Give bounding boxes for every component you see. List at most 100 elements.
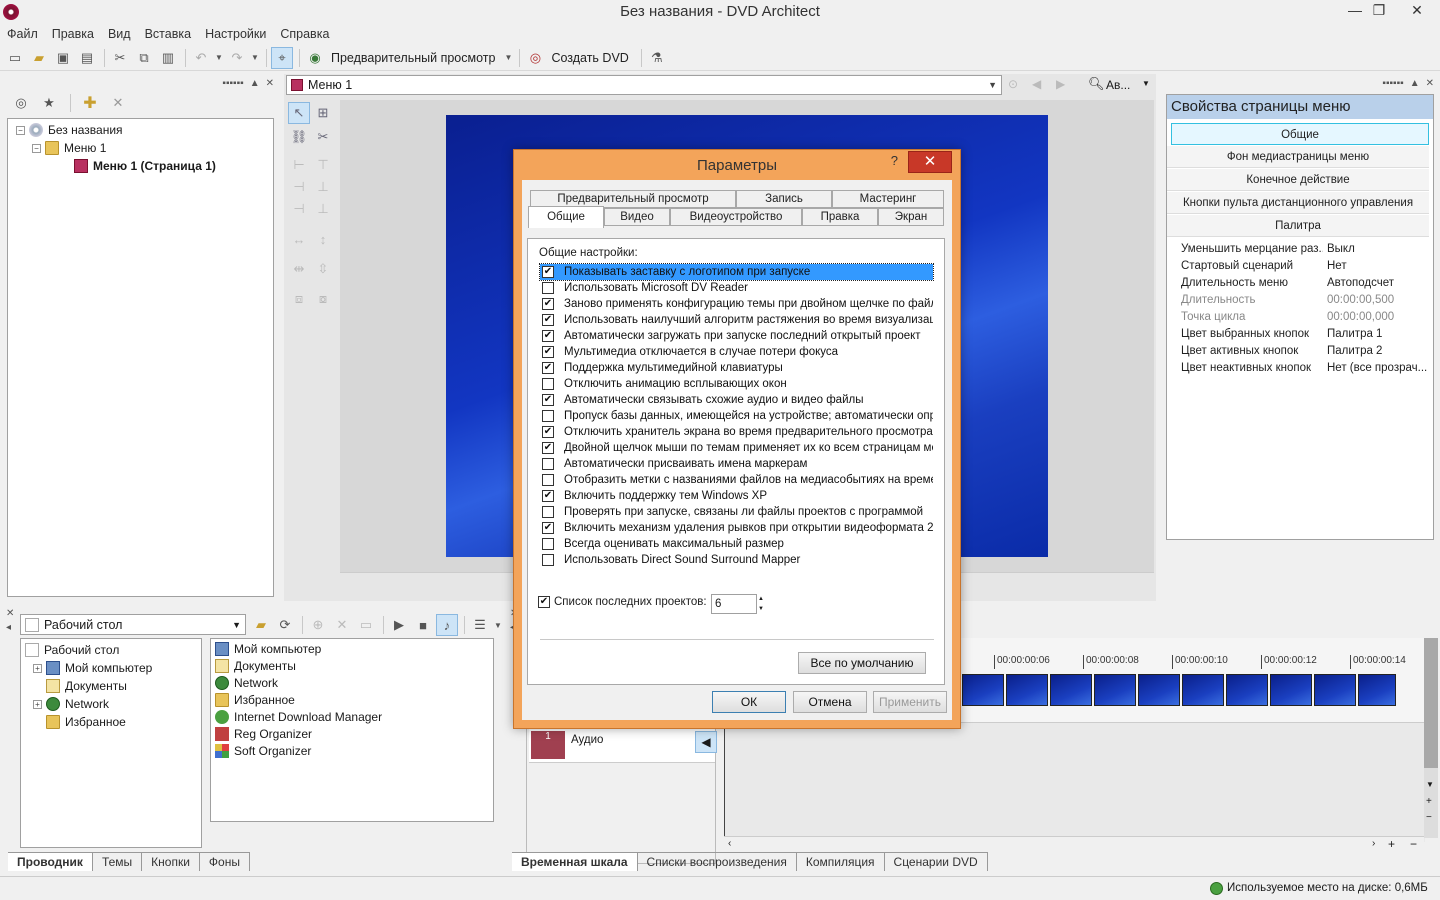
option-checkbox[interactable]: ✔ bbox=[542, 442, 554, 454]
zoom-dropdown-icon[interactable]: ▼ bbox=[1142, 79, 1150, 88]
option-checkbox[interactable] bbox=[542, 458, 554, 470]
expand-icon[interactable]: + bbox=[33, 663, 42, 673]
option-checkbox[interactable]: ✔ bbox=[542, 266, 554, 278]
property-value[interactable]: Нет (все прозрач... bbox=[1323, 362, 1431, 379]
property-row[interactable]: Цвет активных кнопок Палитра 2 bbox=[1173, 345, 1431, 362]
view-dropdown-icon[interactable]: ▼ bbox=[493, 614, 503, 636]
option-checkbox[interactable]: ✔ bbox=[542, 298, 554, 310]
option-row[interactable]: Всегда оценивать максимальный размер bbox=[540, 536, 933, 552]
restore-button[interactable]: ❐ bbox=[1362, 0, 1396, 22]
zoom-out-icon[interactable]: − bbox=[1426, 812, 1432, 823]
align-right-icon[interactable]: ⊣ bbox=[288, 198, 310, 220]
property-row[interactable]: Цвет неактивных кнопок Нет (все прозрач..… bbox=[1173, 362, 1431, 379]
speaker-icon[interactable]: ◀ bbox=[695, 731, 717, 753]
scroll-left-icon[interactable]: ‹ bbox=[728, 838, 731, 849]
tab-timeline[interactable]: Временная шкала bbox=[512, 853, 638, 871]
target-icon[interactable]: ◎ bbox=[10, 92, 32, 114]
menu-insert[interactable]: Вставка bbox=[145, 27, 191, 41]
tab-buttons[interactable]: Кнопки bbox=[142, 853, 200, 871]
video-thumbnail[interactable] bbox=[1226, 674, 1268, 706]
option-checkbox[interactable]: ✔ bbox=[542, 522, 554, 534]
option-row[interactable]: ✔ Заново применять конфигурацию темы при … bbox=[540, 296, 933, 312]
tab-backgrounds[interactable]: Фоны bbox=[200, 853, 250, 871]
option-checkbox[interactable] bbox=[542, 410, 554, 422]
video-thumbnail[interactable] bbox=[1138, 674, 1180, 706]
tree-item-documents[interactable]: Документы bbox=[25, 677, 201, 695]
option-row[interactable]: ✔ Автоматически загружать при запуске пос… bbox=[540, 328, 933, 344]
property-row[interactable]: Уменьшить мерцание раз... Выкл bbox=[1173, 243, 1431, 260]
cancel-button[interactable]: Отмена bbox=[793, 691, 867, 713]
h-zoom-out-icon[interactable]: − bbox=[1410, 837, 1417, 851]
tab-screen[interactable]: Экран bbox=[878, 208, 944, 226]
property-value[interactable]: Палитра 2 bbox=[1323, 345, 1431, 362]
center-h-icon[interactable]: ⧈ bbox=[288, 288, 310, 310]
zoom-in-icon[interactable]: + bbox=[1426, 796, 1432, 807]
preview-dropdown-icon[interactable]: ▼ bbox=[503, 47, 513, 69]
frame-tool-icon[interactable]: ⊞ bbox=[312, 102, 334, 124]
option-checkbox[interactable]: ✔ bbox=[542, 394, 554, 406]
timeline-vscroll[interactable]: ▼ + − bbox=[1424, 638, 1438, 838]
align-left-icon[interactable]: ⊢ bbox=[288, 154, 310, 176]
tree-item-favorites[interactable]: Избранное bbox=[25, 713, 201, 731]
recent-projects-checkbox[interactable]: ✔ bbox=[538, 596, 550, 608]
pane-arrow-icon[interactable]: ◂ bbox=[6, 622, 11, 633]
tree-item-project[interactable]: − Без названия bbox=[16, 121, 273, 139]
redo-icon[interactable]: ↷ bbox=[226, 47, 248, 69]
align-top-icon[interactable]: ⊤ bbox=[312, 154, 334, 176]
list-item[interactable]: Soft Organizer bbox=[215, 742, 493, 759]
play-icon[interactable]: ▶ bbox=[388, 614, 410, 636]
option-row[interactable]: Отключить анимацию всплывающих окон bbox=[540, 376, 933, 392]
video-thumbnail[interactable] bbox=[1270, 674, 1312, 706]
property-row[interactable]: Длительность меню Автоподсчет bbox=[1173, 277, 1431, 294]
paste-icon[interactable]: ▥ bbox=[157, 47, 179, 69]
timeline-hscroll[interactable]: ‹ › + − bbox=[724, 836, 1424, 852]
menu-file[interactable]: Файл bbox=[7, 27, 38, 41]
nav-up-icon[interactable]: ⊙ bbox=[1008, 77, 1018, 91]
align-center-h-icon[interactable]: ⊥ bbox=[312, 176, 334, 198]
option-checkbox[interactable]: ✔ bbox=[542, 490, 554, 502]
close-pane-icon[interactable]: ✕ bbox=[266, 78, 274, 89]
video-thumbnail[interactable] bbox=[1050, 674, 1092, 706]
property-value[interactable]: Автоподсчет bbox=[1323, 277, 1431, 294]
select-tool-icon[interactable]: ↖ bbox=[288, 102, 310, 124]
property-value[interactable]: Выкл bbox=[1323, 243, 1431, 260]
property-row[interactable]: Цвет выбранных кнопок Палитра 1 bbox=[1173, 328, 1431, 345]
option-row[interactable]: ✔ Поддержка мультимедийной клавиатуры bbox=[540, 360, 933, 376]
option-checkbox[interactable] bbox=[542, 554, 554, 566]
ok-button[interactable]: ОК bbox=[712, 691, 786, 713]
tab-video[interactable]: Видео bbox=[604, 208, 670, 226]
tab-explorer[interactable]: Проводник bbox=[8, 853, 93, 871]
list-item[interactable]: Network bbox=[215, 674, 493, 691]
center-v-icon[interactable]: ⧇ bbox=[312, 288, 334, 310]
tab-burn[interactable]: Запись bbox=[736, 190, 832, 208]
space-h-icon[interactable]: ⇹ bbox=[288, 258, 310, 280]
tab-compilation[interactable]: Компиляция bbox=[797, 853, 885, 871]
list-item[interactable]: Мой компьютер bbox=[215, 640, 493, 657]
option-row[interactable]: ✔ Использовать наилучший алгоритм растяже… bbox=[540, 312, 933, 328]
h-zoom-in-icon[interactable]: + bbox=[1388, 837, 1395, 851]
scroll-down-icon[interactable]: ▼ bbox=[1426, 780, 1434, 789]
add-icon[interactable]: ✚ bbox=[79, 92, 101, 114]
scroll-right-icon[interactable]: › bbox=[1372, 838, 1375, 849]
refresh-icon[interactable]: ⟳ bbox=[274, 614, 296, 636]
props-tab-general[interactable]: Общие bbox=[1171, 123, 1429, 145]
copy-icon[interactable]: ⧉ bbox=[133, 47, 155, 69]
tab-playlists[interactable]: Списки воспроизведения bbox=[638, 853, 797, 871]
list-item[interactable]: Internet Download Manager bbox=[215, 708, 493, 725]
option-row[interactable]: Проверять при запуске, связаны ли файлы … bbox=[540, 504, 933, 520]
undo-icon[interactable]: ↶ bbox=[190, 47, 212, 69]
tab-editing[interactable]: Правка bbox=[802, 208, 878, 226]
option-row[interactable]: Использовать Microsoft DV Reader bbox=[540, 280, 933, 296]
option-row[interactable]: ✔ Отключить хранитель экрана во время пре… bbox=[540, 424, 933, 440]
undo-dropdown-icon[interactable]: ▼ bbox=[214, 47, 224, 69]
auto-preview-icon[interactable]: ♪ bbox=[436, 614, 458, 636]
option-checkbox[interactable] bbox=[542, 474, 554, 486]
remove-icon[interactable]: ✕ bbox=[107, 92, 129, 114]
save-as-icon[interactable]: ▤ bbox=[76, 47, 98, 69]
video-thumbnail[interactable] bbox=[1182, 674, 1224, 706]
option-checkbox[interactable]: ✔ bbox=[542, 426, 554, 438]
tree-item-network[interactable]: + Network bbox=[25, 695, 201, 713]
option-checkbox[interactable]: ✔ bbox=[542, 314, 554, 326]
tree-item-menu[interactable]: − Меню 1 bbox=[16, 139, 273, 157]
video-thumbnail[interactable] bbox=[962, 674, 1004, 706]
